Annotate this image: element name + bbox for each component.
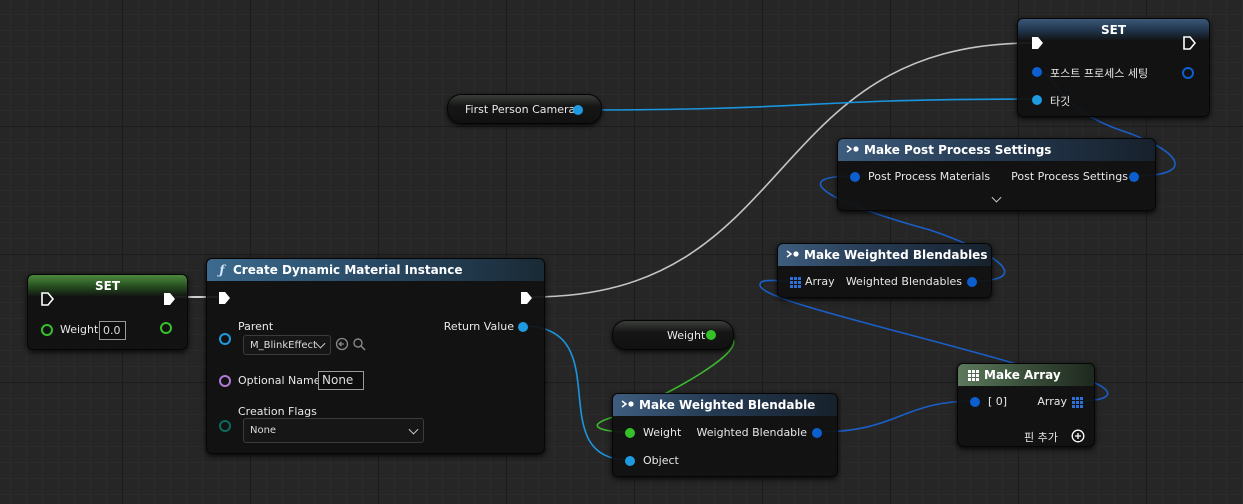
exec-out-pin[interactable] (1182, 36, 1196, 50)
make-pps-title: Make Post Process Settings (864, 143, 1052, 157)
first-person-camera-node[interactable]: First Person Camera (447, 94, 602, 124)
struct-make-icon (786, 250, 799, 258)
make-wbs-title: Make Weighted Blendables (804, 248, 988, 262)
wb-weight-label: Weight (643, 426, 682, 439)
post-settings-out-pin[interactable] (1182, 67, 1194, 79)
array-item-0-label: [ 0] (988, 395, 1008, 408)
chevron-down-icon (315, 338, 326, 349)
creation-flags-value: None (250, 425, 277, 436)
array-out-pin[interactable] (1072, 397, 1083, 408)
wb-object-label: Object (643, 454, 679, 467)
return-value-label: Return Value (443, 320, 514, 333)
wb-weight-pin[interactable] (625, 428, 635, 438)
pp-materials-label: Post Process Materials (868, 170, 991, 183)
chevron-down-icon (408, 424, 419, 435)
struct-make-icon (846, 145, 859, 153)
wbs-array-label: Array (805, 275, 835, 288)
weight-var-node[interactable]: Weight (612, 320, 734, 350)
make-post-process-settings-node[interactable]: Make Post Process Settings Post Process … (837, 138, 1156, 211)
wbs-out-label: Weighted Blendables (845, 275, 962, 288)
exec-out-pin[interactable] (162, 292, 176, 306)
set-post-title: SET (1100, 23, 1127, 37)
target-pin[interactable] (1032, 95, 1042, 105)
make-wb-title: Make Weighted Blendable (639, 398, 816, 412)
post-settings-in-pin[interactable] (1032, 67, 1042, 77)
camera-label: First Person Camera (465, 103, 576, 116)
camera-out-pin[interactable] (573, 105, 583, 115)
set-post-process-node[interactable]: SET 포스트 프로세스 세팅 타깃 (1017, 18, 1210, 117)
struct-make-icon (621, 400, 634, 408)
parent-pin[interactable] (219, 333, 231, 345)
weight-out-pin[interactable] (160, 322, 172, 334)
weight-var-out-pin[interactable] (706, 330, 716, 340)
array-grid-icon[interactable] (790, 277, 801, 288)
set-weight-node[interactable]: SET Weight 0.0 (27, 274, 188, 350)
optional-name-input[interactable]: None (318, 371, 364, 390)
return-value-pin[interactable] (518, 322, 528, 332)
parent-label: Parent (238, 320, 274, 333)
pp-settings-out-pin[interactable] (1129, 172, 1139, 182)
exec-out-pin[interactable] (519, 291, 533, 305)
set-post-header: SET (1018, 19, 1209, 41)
make-pps-header: Make Post Process Settings (838, 139, 1155, 161)
wb-object-pin[interactable] (625, 456, 635, 466)
parent-asset-dropdown[interactable]: M_BlinkEffect (243, 335, 331, 355)
make-wbs-header: Make Weighted Blendables (778, 244, 991, 266)
weight-in-pin[interactable] (41, 324, 53, 336)
creation-flags-pin[interactable] (219, 420, 231, 432)
make-weighted-blendable-node[interactable]: Make Weighted Blendable Weight Weighted … (612, 393, 838, 477)
weight-label: Weight (60, 323, 99, 336)
wb-out-pin[interactable] (812, 428, 822, 438)
add-pin-icon[interactable] (1071, 429, 1085, 443)
struct-wire-wb-to-array (816, 400, 976, 433)
weight-var-label: Weight (667, 329, 706, 342)
exec-in-pin[interactable] (40, 292, 54, 306)
pp-settings-label: Post Process Settings (1011, 170, 1128, 183)
set-weight-title: SET (94, 279, 121, 293)
wbs-out-pin[interactable] (967, 277, 977, 287)
wb-out-label: Weighted Blendable (696, 426, 807, 439)
weight-value-input[interactable]: 0.0 (99, 321, 126, 340)
parent-asset-value: M_BlinkEffect (250, 339, 317, 351)
creation-flags-dropdown[interactable]: None (243, 418, 424, 443)
array-grid-icon (967, 369, 979, 381)
post-settings-label: 포스트 프로세스 세팅 (1050, 67, 1149, 80)
exec-in-pin[interactable] (217, 291, 231, 305)
make-array-icon (966, 368, 980, 382)
expand-chevron-icon[interactable] (991, 192, 1002, 203)
optional-name-label: Optional Name (238, 374, 321, 387)
exec-in-pin[interactable] (1030, 36, 1044, 50)
array-item-0-pin[interactable] (970, 397, 980, 407)
creation-flags-label: Creation Flags (238, 405, 317, 418)
make-weighted-blendables-node[interactable]: Make Weighted Blendables Array Weighted … (777, 243, 992, 298)
make-array-header: Make Array (958, 364, 1094, 386)
add-pin-label[interactable]: 핀 추가 (1024, 429, 1058, 445)
function-icon: ƒ (219, 263, 225, 277)
target-label: 타깃 (1050, 95, 1071, 108)
search-icon[interactable] (352, 337, 366, 351)
create-dmi-title: Create Dynamic Material Instance (233, 263, 463, 277)
create-dmi-node[interactable]: ƒ Create Dynamic Material Instance Paren… (206, 258, 545, 454)
make-array-title: Make Array (984, 368, 1061, 382)
optional-name-pin[interactable] (219, 375, 231, 387)
array-out-label: Array (1037, 395, 1067, 408)
make-wb-header: Make Weighted Blendable (613, 394, 837, 416)
object-wire-camera-to-target (577, 98, 1037, 111)
create-dmi-header: ƒ Create Dynamic Material Instance (207, 259, 544, 281)
use-selected-asset-icon[interactable] (335, 337, 349, 351)
pp-materials-in-pin[interactable] (850, 172, 860, 182)
make-array-node[interactable]: Make Array [ 0] Array 핀 추가 (957, 363, 1095, 447)
